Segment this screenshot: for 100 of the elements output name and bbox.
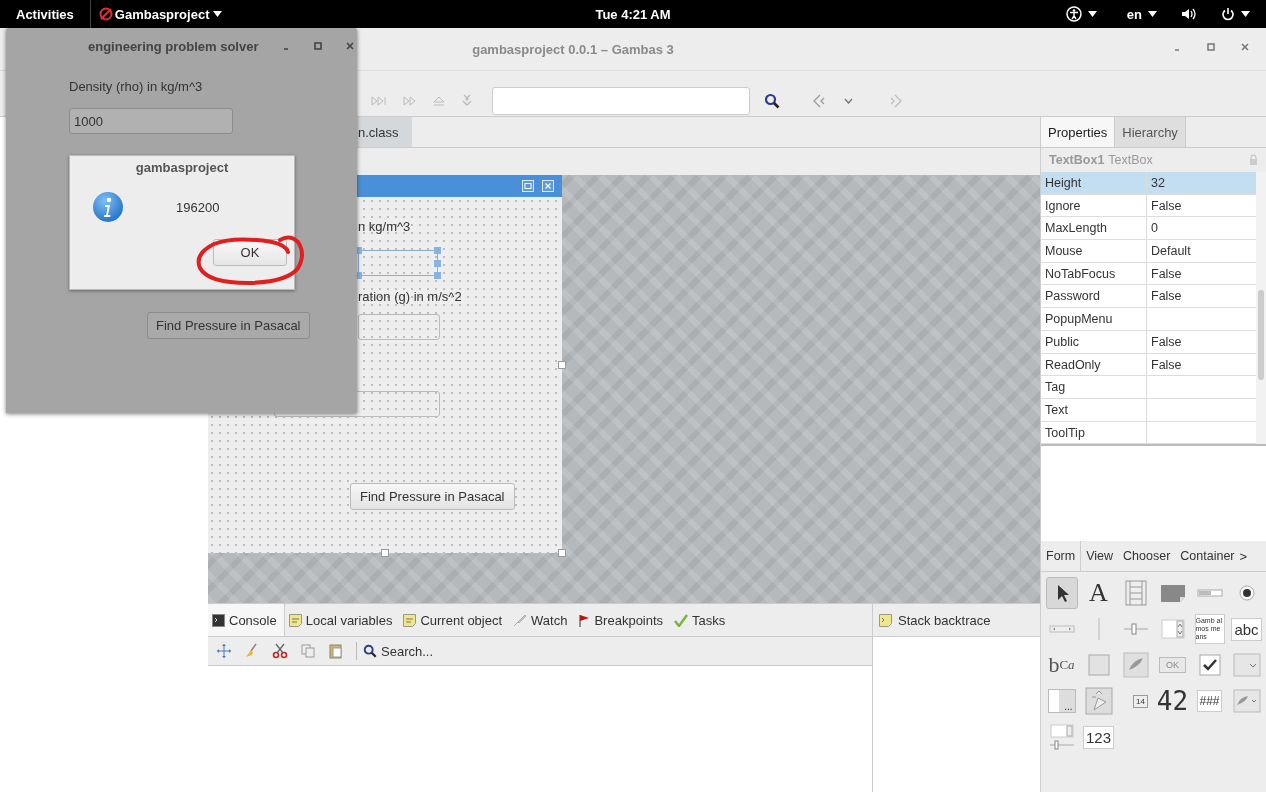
property-name: Password (1041, 285, 1147, 308)
button-box-tool[interactable]: ... (1047, 689, 1076, 714)
paste-icon[interactable] (328, 643, 344, 659)
panel-tab[interactable]: Hierarchy (1115, 117, 1186, 147)
debug-tab[interactable]: Console (208, 604, 285, 636)
scrollbar[interactable] (1256, 172, 1266, 445)
brush-icon[interactable] (1120, 650, 1151, 681)
note-icon (403, 613, 417, 627)
toolbox-tab[interactable]: View (1081, 541, 1119, 572)
caret-icon (1241, 11, 1250, 17)
maximize-icon (522, 180, 534, 192)
window-title: gambasproject 0.0.1 – Gambas 3 (472, 41, 674, 57)
property-name: Ignore (1041, 194, 1147, 217)
property-value: False (1150, 288, 1183, 306)
maximize-icon[interactable] (1206, 42, 1216, 52)
stack-backtrace-tab[interactable]: Stack backtrace (873, 604, 1040, 637)
broom-icon[interactable] (244, 643, 260, 659)
debug-tab[interactable]: Tasks (670, 604, 733, 636)
toolbox-tab[interactable]: Container (1175, 541, 1240, 572)
property-row[interactable]: NoTabFocus False (1041, 262, 1256, 286)
copy-icon[interactable] (300, 643, 316, 659)
property-row[interactable]: Public False (1041, 330, 1256, 354)
property-value: False (1150, 197, 1183, 215)
window-title: engineering problem solver (88, 38, 259, 54)
clock[interactable]: Tue 4:21 AM (587, 6, 679, 22)
form-label: ration (g) in m/s^2 (358, 289, 462, 304)
search-field[interactable] (492, 86, 750, 115)
lcd-number-tool[interactable]: 42 (1156, 686, 1189, 717)
caret-icon (1087, 11, 1097, 17)
property-row[interactable]: Mouse Default (1041, 240, 1256, 263)
move-icon[interactable] (216, 643, 232, 659)
property-row[interactable]: PopupMenu (1041, 308, 1256, 331)
accessibility-icon[interactable] (1065, 6, 1082, 22)
info-icon (92, 191, 124, 223)
power-icon[interactable] (1221, 7, 1235, 21)
property-name: Public (1041, 330, 1147, 353)
property-row[interactable]: ToolTip (1041, 421, 1256, 445)
debug-tab[interactable]: Local variables (284, 604, 400, 636)
property-value: 32 (1150, 175, 1166, 192)
app-icon (98, 7, 113, 21)
volume-icon[interactable] (1181, 7, 1197, 21)
toolbox-tab[interactable]: Form (1041, 541, 1082, 572)
more-tabs-button[interactable]: > (1239, 541, 1248, 572)
property-name: Text (1041, 398, 1147, 421)
search-button[interactable]: Search... (363, 643, 434, 659)
density-field[interactable]: 1000 (69, 108, 233, 134)
wizard-icon[interactable] (1083, 686, 1114, 717)
property-row[interactable]: Height 32 (1041, 172, 1256, 195)
dialog-title: gambasproject (135, 160, 229, 175)
property-name: Tag (1041, 376, 1147, 399)
property-name: Height (1041, 172, 1147, 194)
property-row[interactable]: Password False (1041, 285, 1256, 309)
pointer-tool[interactable] (1045, 577, 1078, 610)
resize-handle[interactable] (381, 549, 389, 557)
debug-tab[interactable]: Current object (399, 604, 510, 636)
chevron-icon[interactable] (844, 97, 853, 104)
resize-handle[interactable] (558, 361, 566, 369)
lock-icon (1249, 154, 1258, 166)
activities-button[interactable]: Activities (0, 6, 90, 22)
checkmark-icon (674, 613, 689, 627)
caret-icon (213, 11, 223, 17)
editor-tab[interactable]: n.class (356, 117, 413, 147)
maximize-icon[interactable] (312, 41, 323, 51)
property-value: 0 (1150, 220, 1159, 238)
property-row[interactable]: Tag (1041, 376, 1256, 399)
text-box-tool[interactable]: abc (1231, 617, 1262, 641)
value-box-tool[interactable]: 123 (1083, 725, 1114, 749)
label-tool[interactable]: A (1089, 578, 1108, 609)
resize-handle[interactable] (558, 549, 566, 557)
property-value: Default (1150, 243, 1192, 261)
flag-icon (578, 613, 591, 627)
debug-tab[interactable]: Watch (509, 604, 575, 636)
cut-icon[interactable] (272, 643, 288, 659)
form-text-field[interactable] (358, 314, 440, 340)
form-label: n kg/m^3 (358, 219, 411, 234)
note-icon (288, 613, 302, 627)
find-pressure-button[interactable]: Find Pressure in Pasacal (350, 483, 515, 510)
date-box-tool[interactable]: 14 (1133, 694, 1148, 708)
property-row[interactable]: Ignore False (1041, 194, 1256, 218)
toolbox-tab[interactable]: Chooser (1118, 541, 1176, 572)
note-icon (879, 613, 892, 627)
property-name: PopupMenu (1041, 308, 1147, 331)
find-pressure-button[interactable]: Find Pressure in Pasacal (147, 312, 310, 339)
search-icon[interactable] (764, 92, 780, 109)
object-type: TextBox (1108, 153, 1154, 167)
property-name: ReadOnly (1041, 353, 1147, 376)
panel-tab[interactable]: Properties (1041, 117, 1116, 147)
property-name: Mouse (1041, 240, 1147, 263)
debug-tab[interactable]: Breakpoints (574, 604, 671, 636)
property-row[interactable]: MaxLength 0 (1041, 217, 1256, 241)
property-row[interactable]: Text (1041, 398, 1256, 422)
mask-box-tool[interactable]: ### (1197, 690, 1222, 713)
close-icon[interactable] (1240, 42, 1250, 52)
property-value: False (1150, 356, 1183, 374)
property-row[interactable]: ReadOnly False (1041, 353, 1256, 377)
language-menu[interactable]: en (1126, 6, 1142, 22)
close-icon[interactable] (344, 41, 355, 51)
property-value: False (1150, 333, 1183, 351)
search-icon (363, 644, 377, 658)
property-name: MaxLength (1041, 217, 1147, 240)
